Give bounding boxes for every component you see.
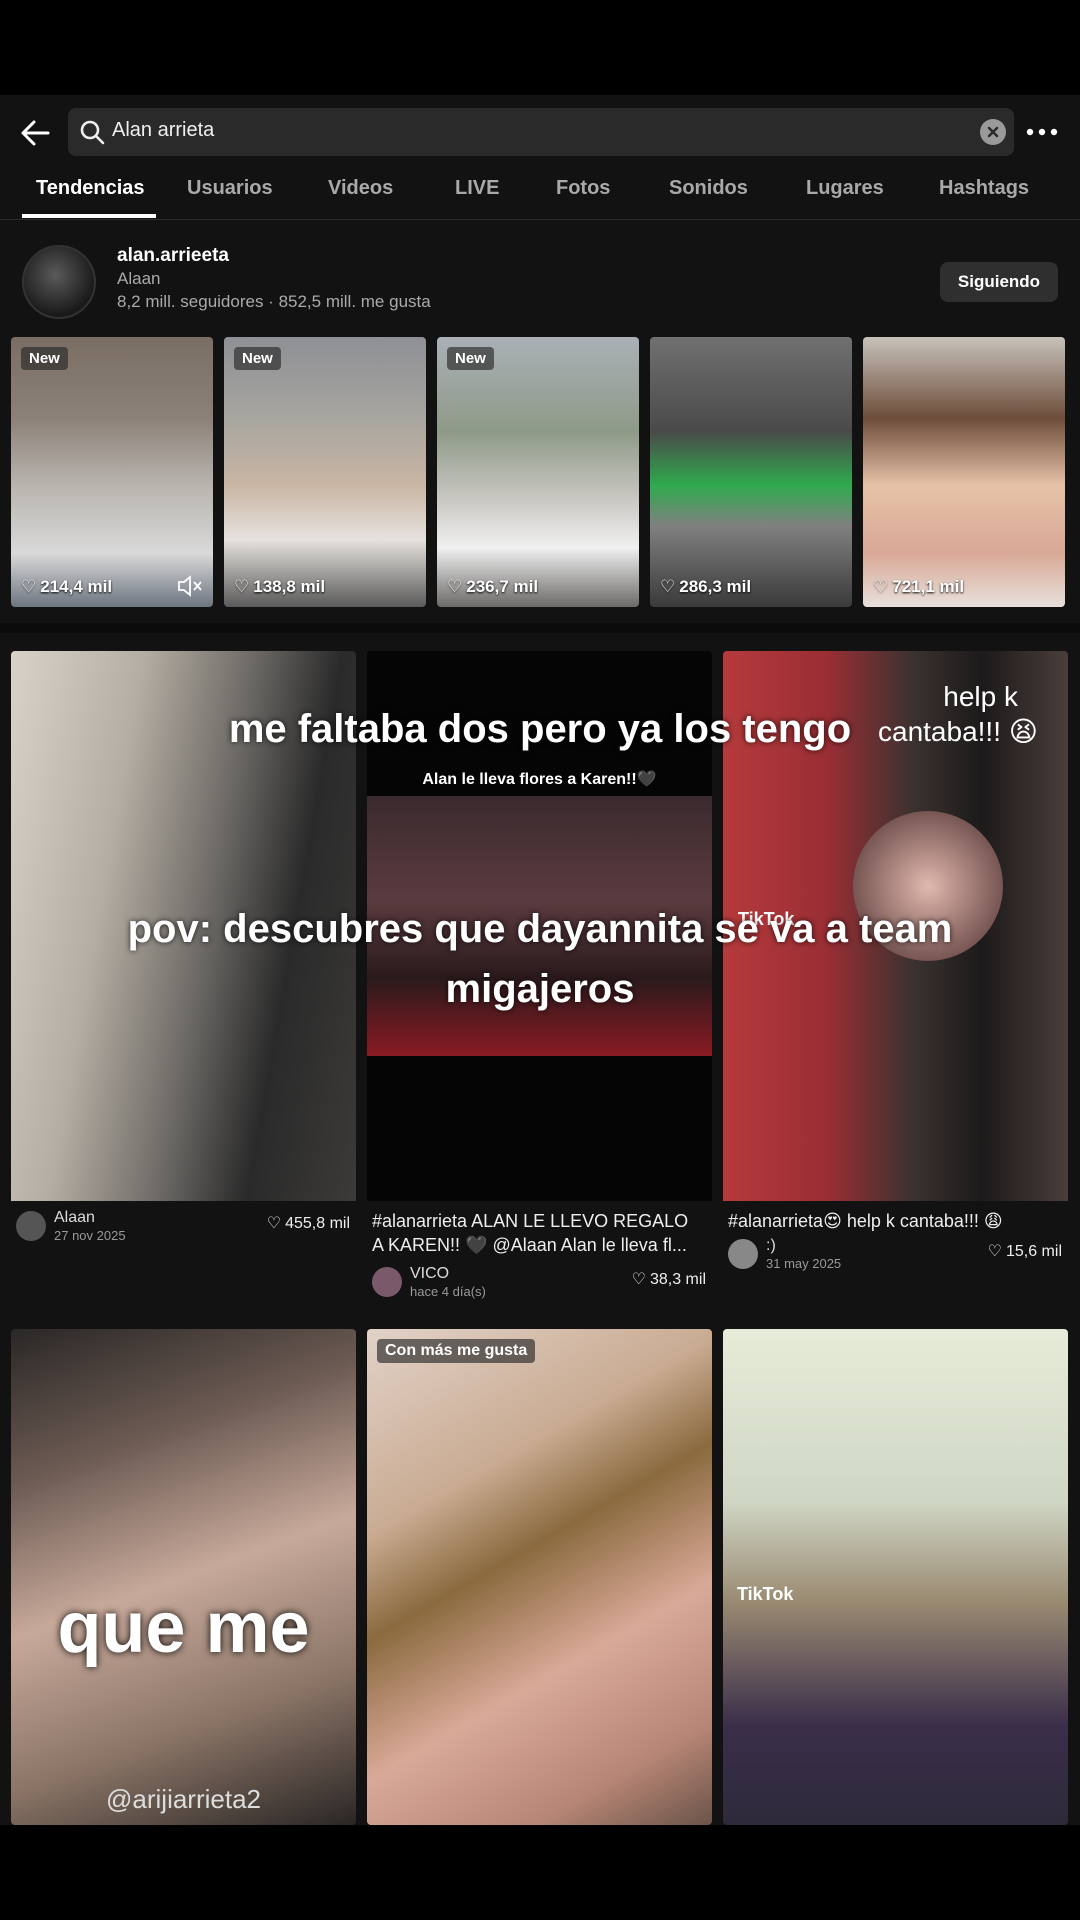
like-count: ♡ 455,8 mil (266, 1215, 350, 1232)
post-date: 31 may 2025 (766, 1256, 842, 1271)
recent-video-card[interactable]: ♡ 286,3 mil (650, 337, 852, 607)
most-liked-badge: Con más me gusta (377, 1339, 536, 1363)
clear-search-icon[interactable] (980, 119, 1006, 145)
tab-videos[interactable]: Videos (328, 177, 393, 200)
overlay-text: migajeros (445, 967, 635, 1011)
heart-icon: ♡ (660, 577, 676, 596)
author-name[interactable]: Alaan (54, 1209, 95, 1227)
video-meta: Alaan 27 nov 2025 ♡ 455,8 mil (16, 1209, 356, 1243)
recent-video-card[interactable]: New ♡ 214,4 mil (11, 337, 213, 607)
video-caption[interactable]: #alanarrieta ALAN LE LLEVO REGALO A KARE… (372, 1209, 712, 1257)
new-badge: New (234, 347, 281, 370)
tab-lugares[interactable]: Lugares (806, 177, 884, 200)
tab-hashtags[interactable]: Hashtags (939, 177, 1029, 200)
recent-video-card[interactable]: ♡ 721,1 mil (863, 337, 1065, 607)
muted-speaker-icon[interactable] (177, 575, 203, 597)
like-count: ♡ 286,3 mil (660, 577, 752, 596)
video-card[interactable]: Con más me gusta (367, 1329, 712, 1825)
author-avatar[interactable] (728, 1239, 758, 1269)
overlay-handle: @arijiarrieta2 (106, 1784, 261, 1814)
author-name[interactable]: :) (766, 1237, 776, 1255)
back-arrow-icon[interactable] (18, 113, 58, 153)
new-badge: New (21, 347, 68, 370)
heart-icon: ♡ (987, 1243, 1002, 1260)
tiktok-watermark: TikTok (737, 1584, 794, 1604)
video-thumbnail[interactable]: Con más me gusta (367, 1329, 712, 1825)
author-avatar[interactable] (16, 1211, 46, 1241)
recent-videos-row: New ♡ 214,4 mil New ♡ 138,8 mil New ♡ 236,7… (0, 337, 1080, 609)
new-badge: New (447, 347, 494, 370)
like-count: ♡ 15,6 mil (987, 1243, 1062, 1260)
avatar[interactable] (22, 245, 96, 319)
recent-video-card[interactable]: New ♡ 138,8 mil (224, 337, 426, 607)
video-card[interactable]: TikTok (723, 1329, 1068, 1825)
heart-icon: ♡ (873, 577, 889, 596)
user-result[interactable]: alan.arrieeta Alaan 8,2 mill. seguidores… (0, 245, 1080, 335)
following-button[interactable]: Siguiendo (940, 262, 1058, 302)
tab-sonidos[interactable]: Sonidos (669, 177, 748, 200)
tab-live[interactable]: LIVE (455, 177, 499, 200)
heart-icon: ♡ (21, 577, 37, 596)
video-thumbnail[interactable]: TikTok (723, 1329, 1068, 1825)
more-options-icon[interactable] (1022, 117, 1062, 147)
overlay-text: me faltaba dos pero ya los tengo (228, 707, 852, 751)
heart-icon: ♡ (234, 577, 250, 596)
video-title-overlay: Alan le lleva flores a Karen!!🖤 (422, 771, 657, 788)
user-display-name: Alaan (117, 269, 161, 288)
search-query[interactable]: Alan arrieta (112, 119, 214, 142)
active-tab-indicator (22, 214, 156, 218)
user-stats: 8,2 mill. seguidores · 852,5 mill. me gu… (117, 292, 431, 311)
like-count: ♡ 236,7 mil (447, 577, 539, 596)
like-count: ♡ 721,1 mil (873, 577, 965, 596)
search-input[interactable]: Alan arrieta (68, 108, 1014, 156)
overlay-text: pov: descubres que dayannita se va a tea… (127, 907, 953, 951)
search-icon (78, 118, 106, 146)
tab-fotos[interactable]: Fotos (556, 177, 610, 200)
like-count: ♡ 214,4 mil (21, 577, 113, 596)
video-meta: VICO hace 4 día(s) ♡ 38,3 mil (372, 1265, 712, 1299)
overlay-text: que me (57, 1588, 310, 1668)
video-meta: :) 31 may 2025 ♡ 15,6 mil (728, 1237, 1068, 1271)
author-avatar[interactable] (372, 1267, 402, 1297)
heart-icon: ♡ (447, 577, 463, 596)
video-card[interactable]: que me @arijiarrieta2 (11, 1329, 356, 1825)
post-date: hace 4 día(s) (410, 1284, 486, 1299)
search-results-screen: Alan arrieta Tendencias Usuarios Videos … (0, 95, 1080, 1825)
search-header: Alan arrieta (0, 95, 1080, 167)
heart-icon: ♡ (631, 1271, 646, 1288)
results-tabs: Tendencias Usuarios Videos LIVE Fotos So… (0, 167, 1080, 220)
like-count: ♡ 138,8 mil (234, 577, 326, 596)
post-date: 27 nov 2025 (54, 1228, 126, 1243)
like-count: ♡ 38,3 mil (631, 1271, 706, 1288)
tab-tendencias[interactable]: Tendencias (36, 177, 145, 200)
author-name[interactable]: VICO (410, 1265, 449, 1283)
heart-icon: ♡ (266, 1215, 282, 1232)
video-thumbnail[interactable]: que me @arijiarrieta2 (11, 1329, 356, 1825)
video-caption[interactable]: #alanarrieta😍 help k cantaba!!! 😩 (728, 1209, 1068, 1233)
recent-video-card[interactable]: New ♡ 236,7 mil (437, 337, 639, 607)
section-divider (0, 623, 1080, 633)
user-handle: alan.arrieeta (117, 245, 229, 266)
tab-usuarios[interactable]: Usuarios (187, 177, 273, 200)
